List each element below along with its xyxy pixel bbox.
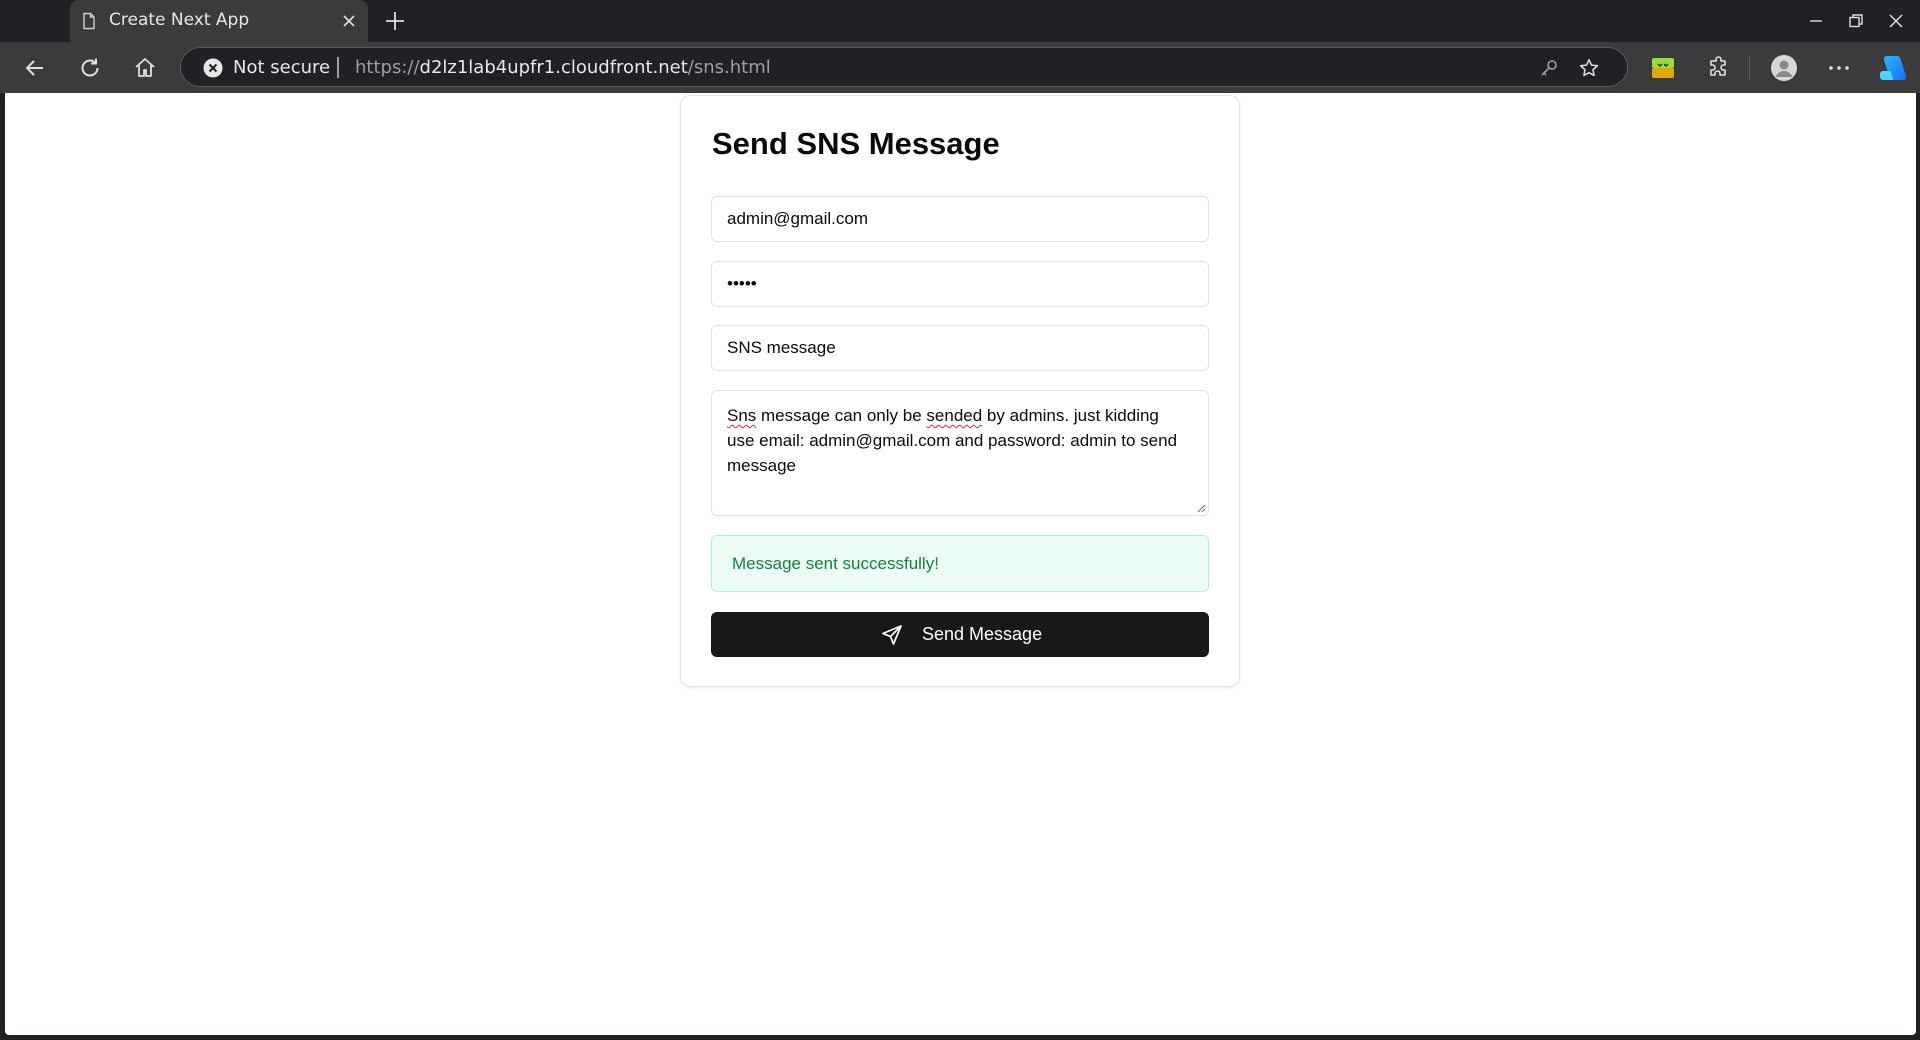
separator [337,57,339,78]
home-icon[interactable] [132,55,158,81]
url-scheme: https:// [355,57,420,78]
new-tab-icon[interactable] [383,9,407,33]
page-icon [83,12,95,30]
address-bar[interactable]: Not secure https://d2lz1lab4upfr1.cloudf… [180,47,1628,87]
spellcheck-word: sended [926,406,983,425]
resize-handle-icon[interactable] [1196,503,1206,513]
not-secure-icon[interactable] [203,58,223,78]
copilot-icon[interactable] [1878,54,1908,82]
avatar[interactable] [1770,54,1798,82]
back-icon[interactable] [22,55,48,81]
url-host: d2lz1lab4upfr1.cloudfront.net [419,57,688,78]
send-button-label: Send Message [922,624,1043,644]
password-field[interactable] [711,261,1209,307]
sns-form-card: Send SNS Message Sns message can only be… [680,95,1240,687]
message-line-2: use email: admin@gmail.com and password:… [727,431,1178,450]
page-title: Send SNS Message [712,126,1000,161]
page-content: Send SNS Message Sns message can only be… [5,93,1916,1035]
subject-field[interactable] [711,325,1209,371]
minimize-icon[interactable] [1806,11,1826,31]
url-text[interactable]: https://d2lz1lab4upfr1.cloudfront.net/sn… [355,57,771,78]
message-line-3: message [727,456,796,475]
star-icon[interactable] [1579,58,1599,78]
reload-icon[interactable] [77,55,103,81]
message-text: by admins. just kidding [982,406,1159,425]
message-text: message can only be [756,406,927,425]
tab-title: Create Next App [109,10,250,30]
send-icon [882,625,902,645]
message-line-1: Sns message can only be sended by admins… [727,403,1193,428]
extensions-puzzle-icon[interactable] [1706,55,1732,81]
success-alert: Message sent successfully! [711,535,1209,592]
close-icon[interactable] [340,12,358,30]
browser-toolbar: Not secure https://d2lz1lab4upfr1.cloudf… [0,42,1920,93]
key-icon[interactable] [1539,58,1559,78]
extension-icon[interactable] [1650,55,1676,81]
spellcheck-word: Sns [727,406,757,425]
send-message-button[interactable]: Send Message [711,612,1209,657]
toolbar-separator [1749,55,1750,81]
window-close-icon[interactable] [1886,11,1906,31]
tab-strip: Create Next App [0,0,1920,42]
security-label[interactable]: Not secure [233,57,330,78]
status-message: Message sent successfully! [732,554,939,573]
email-field[interactable] [711,196,1209,242]
url-path: /sns.html [687,57,771,78]
message-textarea[interactable]: Sns message can only be sended by admins… [711,390,1209,516]
more-options-icon[interactable] [1826,55,1852,81]
restore-icon[interactable] [1846,11,1866,31]
browser-tab[interactable]: Create Next App [70,0,368,42]
